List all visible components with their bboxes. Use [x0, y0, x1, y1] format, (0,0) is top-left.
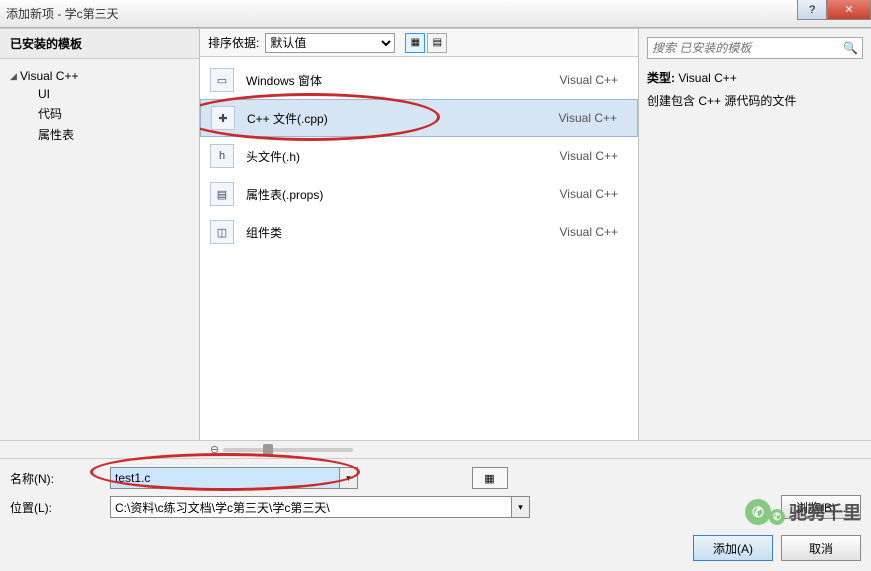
template-label: 组件类	[246, 224, 560, 241]
template-item-windows-form[interactable]: ▭ Windows 窗体 Visual C++	[200, 61, 638, 99]
component-icon: ◫	[210, 220, 234, 244]
template-tree: ◢ Visual C++ UI 代码 属性表	[0, 59, 199, 153]
tree-node-label: UI	[38, 87, 50, 101]
location-row: 位置(L): ▾ 浏览(B)...	[10, 495, 861, 519]
template-lang: Visual C++	[560, 73, 628, 87]
tree-node-ui[interactable]: UI	[6, 85, 193, 103]
detail-type-label: 类型:	[647, 71, 675, 85]
search-input[interactable]	[652, 41, 843, 55]
template-label: 头文件(.h)	[246, 148, 560, 165]
template-label: Windows 窗体	[246, 72, 560, 89]
tree-node-label: 属性表	[38, 126, 74, 143]
template-lang: Visual C++	[560, 149, 628, 163]
help-button[interactable]: ?	[797, 0, 827, 20]
detail-type-value: Visual C++	[678, 71, 736, 85]
sidebar: 已安装的模板 ◢ Visual C++ UI 代码 属性表	[0, 29, 200, 440]
view-mode-buttons: ▦ ▤	[405, 33, 447, 53]
zoom-slider[interactable]	[223, 448, 353, 452]
view-small-icon[interactable]: ▤	[427, 33, 447, 53]
tree-node-label: 代码	[38, 105, 62, 122]
zoom-thumb[interactable]	[263, 444, 273, 456]
main-toolbar: 排序依据: 默认值 ▦ ▤	[200, 29, 638, 57]
sort-label: 排序依据:	[208, 34, 259, 51]
tree-root-label: Visual C++	[20, 69, 78, 83]
template-item-component-class[interactable]: ◫ 组件类 Visual C++	[200, 213, 638, 251]
zoom-row: ⊖	[0, 440, 871, 458]
form-icon: ▭	[210, 68, 234, 92]
header-file-icon: h	[210, 144, 234, 168]
dialog-buttons: 添加(A) 取消	[0, 535, 871, 571]
template-lang: Visual C++	[560, 225, 628, 239]
name-input[interactable]	[110, 467, 340, 489]
tree-root-visual-cpp[interactable]: ◢ Visual C++	[6, 67, 193, 85]
view-medium-icon[interactable]: ▦	[405, 33, 425, 53]
detail-panel: 🔍 类型: Visual C++ 创建包含 C++ 源代码的文件	[639, 29, 871, 440]
sort-select[interactable]: 默认值	[265, 33, 395, 53]
tree-node-code[interactable]: 代码	[6, 103, 193, 124]
window-title: 添加新项 - 学c第三天	[6, 5, 119, 22]
cancel-button[interactable]: 取消	[781, 535, 861, 561]
detail-type-line: 类型: Visual C++	[647, 69, 863, 86]
template-list: ▭ Windows 窗体 Visual C++ ✚ C++ 文件(.cpp) V…	[200, 57, 638, 440]
template-lang: Visual C++	[560, 187, 628, 201]
browse-button[interactable]: 浏览(B)...	[781, 495, 861, 519]
icon-picker[interactable]: ▦	[472, 467, 508, 489]
location-dropdown-icon[interactable]: ▾	[512, 496, 530, 518]
location-input[interactable]	[110, 496, 512, 518]
detail-description: 创建包含 C++ 源代码的文件	[647, 92, 863, 109]
name-row: 名称(N): ▾ ▦	[10, 467, 861, 489]
template-label: C++ 文件(.cpp)	[247, 110, 559, 127]
template-lang: Visual C++	[559, 111, 627, 125]
titlebar: 添加新项 - 学c第三天 ? ✕	[0, 0, 871, 28]
main-panel: 排序依据: 默认值 ▦ ▤ ▭ Windows 窗体 Visual C++ ✚ …	[200, 29, 639, 440]
template-item-property-sheet[interactable]: ▤ 属性表(.props) Visual C++	[200, 175, 638, 213]
window-buttons: ? ✕	[797, 0, 871, 20]
sidebar-header: 已安装的模板	[0, 29, 199, 59]
search-icon: 🔍	[843, 41, 858, 55]
props-icon: ▤	[210, 182, 234, 206]
dialog-content: 已安装的模板 ◢ Visual C++ UI 代码 属性表 排序依据: 默认值	[0, 28, 871, 440]
caret-icon: ◢	[10, 71, 20, 82]
name-label: 名称(N):	[10, 470, 100, 487]
template-item-cpp-file[interactable]: ✚ C++ 文件(.cpp) Visual C++	[200, 99, 638, 137]
tree-node-props[interactable]: 属性表	[6, 124, 193, 145]
close-button[interactable]: ✕	[827, 0, 871, 20]
bottom-form: 名称(N): ▾ ▦ 位置(L): ▾ 浏览(B)...	[0, 458, 871, 535]
search-box[interactable]: 🔍	[647, 37, 863, 59]
template-item-header-file[interactable]: h 头文件(.h) Visual C++	[200, 137, 638, 175]
template-label: 属性表(.props)	[246, 186, 560, 203]
location-label: 位置(L):	[10, 499, 100, 516]
cpp-file-icon: ✚	[211, 106, 235, 130]
add-button[interactable]: 添加(A)	[693, 535, 773, 561]
zoom-out-icon[interactable]: ⊖	[210, 443, 219, 456]
name-dropdown-icon[interactable]: ▾	[340, 467, 358, 489]
